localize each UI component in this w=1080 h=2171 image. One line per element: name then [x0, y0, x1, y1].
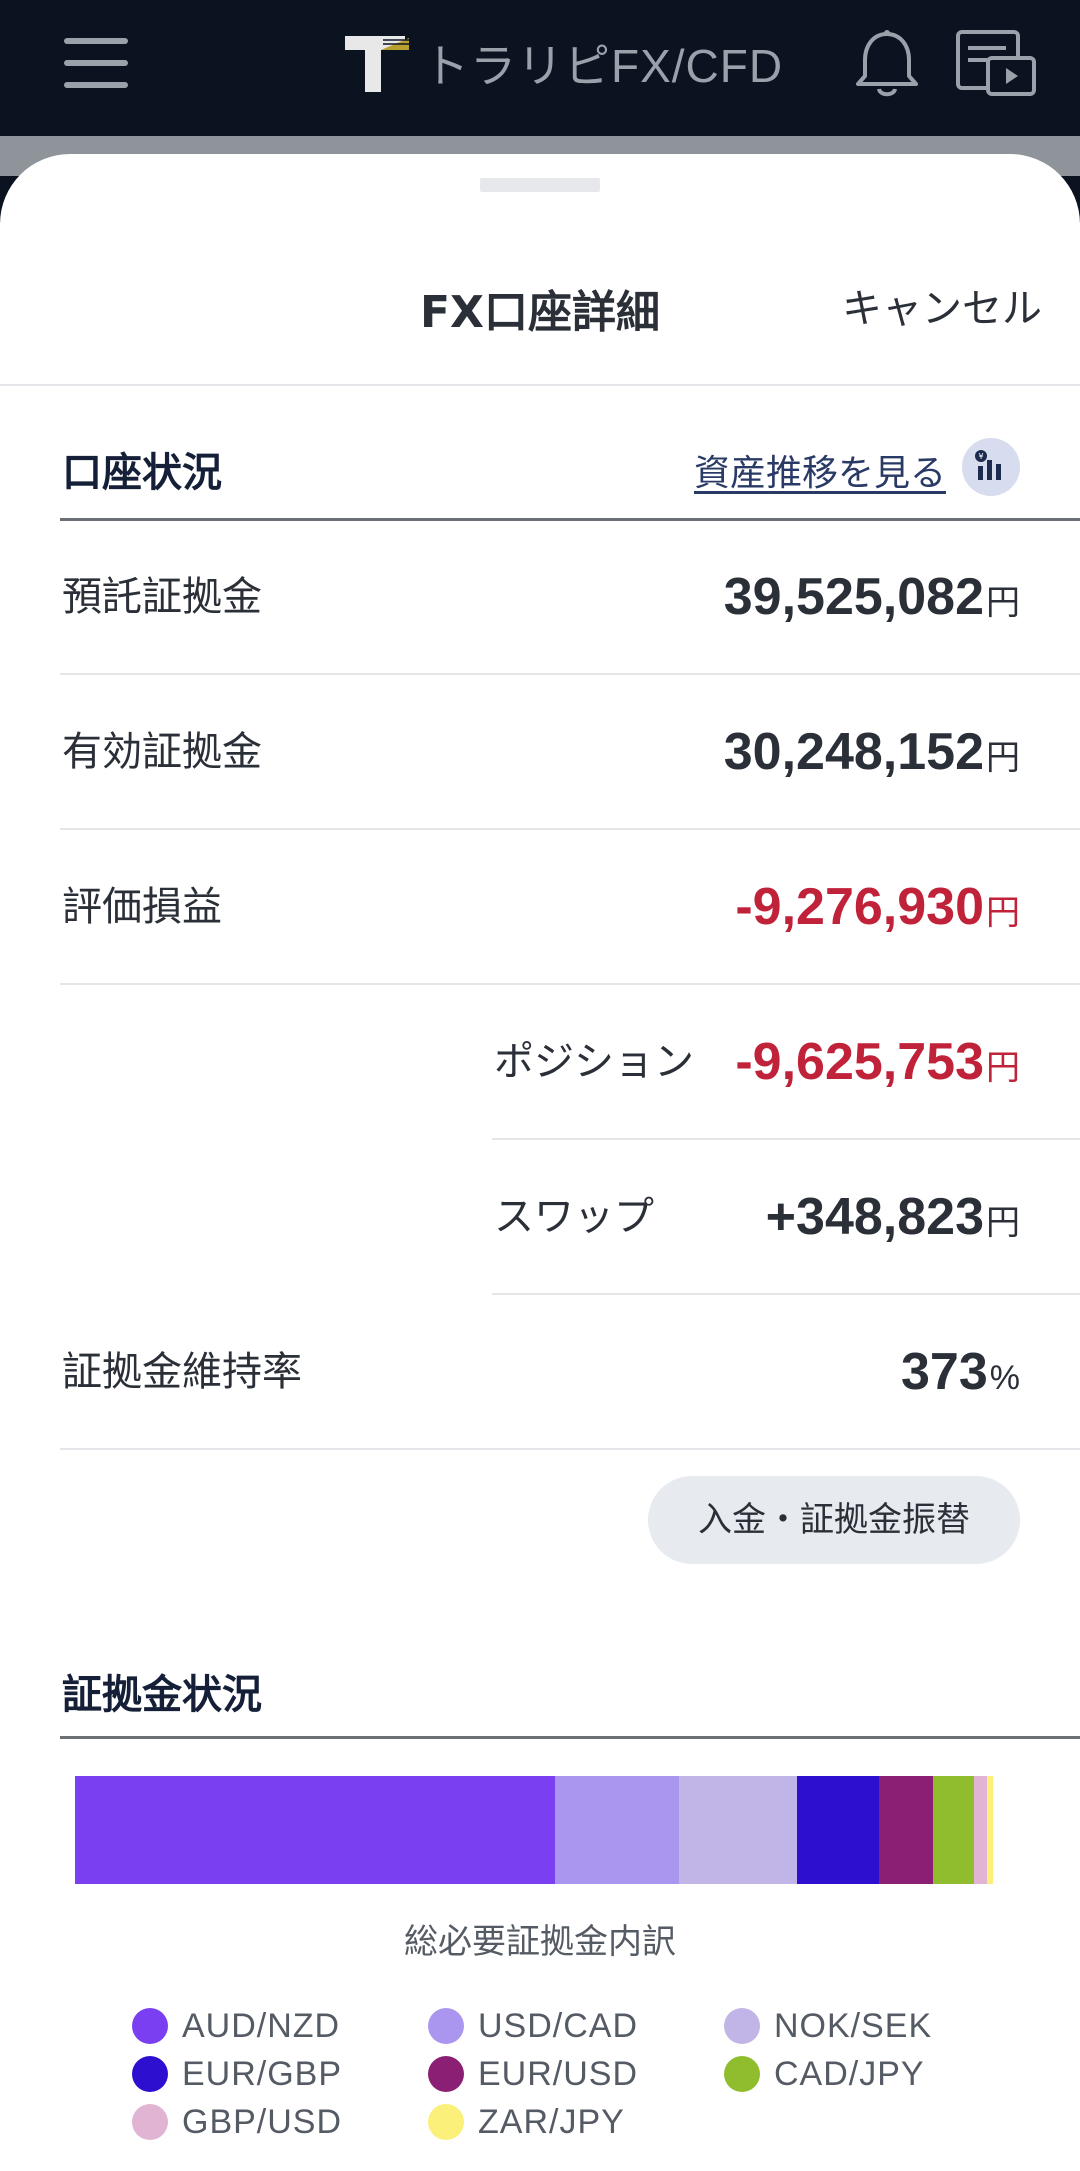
logo-text: トラリピFX/CFD	[423, 40, 784, 92]
row-label: 預託証拠金	[62, 574, 262, 620]
asset-history-link[interactable]: 資産推移を見る	[694, 444, 946, 496]
app-logo: トラリピFX/CFD	[345, 28, 783, 98]
legend-label: EUR/GBP	[182, 2054, 343, 2093]
chart-caption: 総必要証拠金内訳	[404, 1922, 676, 1962]
legend-label: GBP/USD	[182, 2102, 343, 2141]
deposit-transfer-button[interactable]: 入金・証拠金振替	[648, 1476, 1020, 1564]
row-label: 評価損益	[62, 884, 222, 930]
bar-segment-usd-cad	[555, 1776, 680, 1884]
legend-label: CAD/JPY	[774, 2054, 925, 2093]
effective-margin-row: 有効証拠金 30,248,152円	[60, 675, 1080, 830]
video-guide-icon[interactable]	[954, 28, 1038, 100]
bar-segment-cad-jpy	[933, 1776, 974, 1884]
legend-item: AUD/NZD	[132, 2002, 340, 2050]
bar-segment-aud-nzd	[75, 1776, 556, 1884]
legend-item: EUR/GBP	[132, 2050, 342, 2098]
bar-segment-zar-jpy	[987, 1776, 993, 1884]
row-label: ポジション	[494, 1039, 694, 1085]
legend-item: ZAR/JPY	[428, 2098, 625, 2146]
position-pl-value: -9,625,753円	[735, 1033, 1020, 1091]
cancel-button[interactable]: キャンセル	[842, 276, 1042, 334]
legend-item: CAD/JPY	[724, 2050, 925, 2098]
sheet-drag-handle[interactable]	[480, 178, 600, 192]
account-status-title: 口座状況	[62, 450, 222, 496]
legend-label: USD/CAD	[478, 2006, 639, 2045]
hamburger-menu-icon[interactable]	[64, 38, 128, 88]
unrealized-pl-value: -9,276,930円	[735, 878, 1020, 936]
margin-section-divider	[60, 1736, 1080, 1739]
logo-mark-icon	[345, 36, 409, 92]
legend-label: NOK/SEK	[774, 2006, 933, 2045]
asset-chart-icon[interactable]: ¥	[962, 438, 1020, 496]
legend-color-swatch	[132, 2056, 168, 2092]
margin-ratio-value: 373%	[901, 1343, 1020, 1401]
legend-item: NOK/SEK	[724, 2002, 932, 2050]
bar-segment-eur-gbp	[797, 1776, 880, 1884]
row-label: 証拠金維持率	[62, 1349, 302, 1395]
notification-bell-icon[interactable]	[852, 28, 922, 100]
bar-segment-eur-usd	[879, 1776, 934, 1884]
legend-color-swatch	[132, 2008, 168, 2044]
row-label: 有効証拠金	[62, 729, 262, 775]
row-label: スワップ	[494, 1194, 654, 1240]
legend-item: GBP/USD	[132, 2098, 342, 2146]
deposit-margin-row: 預託証拠金 39,525,082円	[60, 520, 1080, 675]
app-header: トラリピFX/CFD	[0, 0, 1080, 136]
position-pl-row: ポジション -9,625,753円	[492, 985, 1080, 1140]
bar-segment-gbp-usd	[973, 1776, 988, 1884]
legend-color-swatch	[428, 2056, 464, 2092]
legend-color-swatch	[724, 2008, 760, 2044]
legend-label: ZAR/JPY	[478, 2102, 625, 2141]
swap-value: +348,823円	[765, 1188, 1020, 1246]
legend-item: EUR/USD	[428, 2050, 638, 2098]
unrealized-pl-row: 評価損益 -9,276,930円	[60, 830, 1080, 985]
header-divider	[0, 384, 1080, 386]
deposit-margin-value: 39,525,082円	[723, 568, 1020, 626]
svg-text:¥: ¥	[978, 452, 983, 461]
legend-color-swatch	[724, 2056, 760, 2092]
legend-color-swatch	[132, 2104, 168, 2140]
margin-breakdown-bar	[75, 1776, 993, 1884]
legend-color-swatch	[428, 2008, 464, 2044]
effective-margin-value: 30,248,152円	[723, 723, 1020, 781]
row-divider	[60, 1448, 1080, 1450]
bar-segment-nok-sek	[679, 1776, 798, 1884]
margin-ratio-row: 証拠金維持率 373%	[60, 1295, 1080, 1450]
legend-color-swatch	[428, 2104, 464, 2140]
legend-item: USD/CAD	[428, 2002, 638, 2050]
swap-row: スワップ +348,823円	[492, 1140, 1080, 1295]
legend-label: EUR/USD	[478, 2054, 639, 2093]
legend-label: AUD/NZD	[182, 2006, 341, 2045]
margin-status-title: 証拠金状況	[62, 1672, 262, 1718]
account-detail-sheet: FX口座詳細 キャンセル 口座状況 資産推移を見る ¥ 預託証拠金 39,525…	[0, 154, 1080, 2171]
